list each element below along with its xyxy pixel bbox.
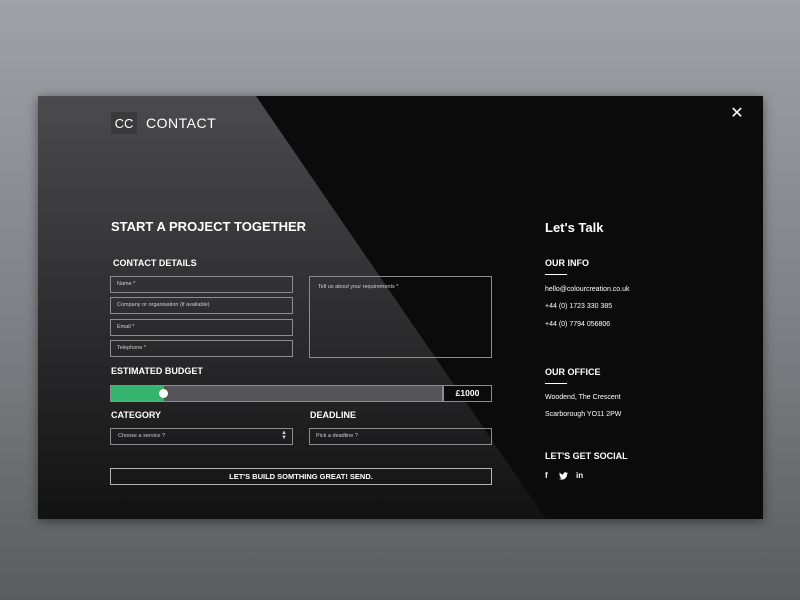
- budget-slider[interactable]: [110, 385, 443, 402]
- our-office-underline: [545, 383, 567, 384]
- contact-details-label: CONTACT DETAILS: [113, 258, 197, 268]
- address-line-1: Woodend, The Crescent: [545, 394, 621, 401]
- budget-slider-fill: [111, 386, 164, 401]
- name-input[interactable]: Name *: [110, 276, 293, 293]
- linkedin-icon[interactable]: in: [576, 471, 583, 480]
- email-input[interactable]: Email *: [110, 319, 293, 336]
- close-button[interactable]: ✕: [729, 106, 745, 122]
- company-input[interactable]: Company or organisation (if available): [110, 297, 293, 314]
- our-office-label: OUR OFFICE: [545, 367, 601, 377]
- category-select-value: Choose a service ?: [118, 433, 166, 439]
- logo-mark: CC: [111, 112, 137, 134]
- budget-slider-handle[interactable]: [159, 389, 168, 398]
- send-button[interactable]: LET'S BUILD SOMTHING GREAT! SEND.: [110, 468, 492, 485]
- deadline-label: DEADLINE: [310, 410, 357, 420]
- deadline-input[interactable]: Pick a deadline ?: [309, 428, 492, 445]
- telephone-input[interactable]: Telephone *: [110, 340, 293, 357]
- lets-talk-title: Let's Talk: [545, 220, 604, 235]
- phone-1[interactable]: +44 (0) 1723 330 385: [545, 303, 612, 310]
- facebook-icon[interactable]: f: [545, 471, 548, 480]
- phone-2[interactable]: +44 (0) 7794 056806: [545, 321, 610, 328]
- twitter-icon[interactable]: [559, 472, 568, 482]
- close-icon: ✕: [730, 105, 744, 122]
- category-select[interactable]: Choose a service ? ▲ ▼: [110, 428, 293, 445]
- address-line-2: Scarborough YO11 2PW: [545, 411, 622, 418]
- contact-modal: CC CONTACT ✕ START A PROJECT TOGETHER CO…: [38, 96, 763, 519]
- budget-label: ESTIMATED BUDGET: [111, 366, 203, 376]
- requirements-textarea[interactable]: Tell us about your requirements *: [309, 276, 492, 358]
- social-label: LET'S GET SOCIAL: [545, 451, 628, 461]
- budget-value: £1000: [443, 385, 492, 402]
- our-info-label: OUR INFO: [545, 258, 589, 268]
- form-title: START A PROJECT TOGETHER: [111, 219, 307, 234]
- our-info-underline: [545, 274, 567, 275]
- email-link[interactable]: hello@colourcreation.co.uk: [545, 286, 630, 293]
- category-label: CATEGORY: [111, 410, 162, 420]
- logo[interactable]: CC CONTACT: [111, 112, 216, 134]
- logo-text: CONTACT: [146, 115, 217, 131]
- select-arrows-icon: ▲ ▼: [281, 430, 287, 441]
